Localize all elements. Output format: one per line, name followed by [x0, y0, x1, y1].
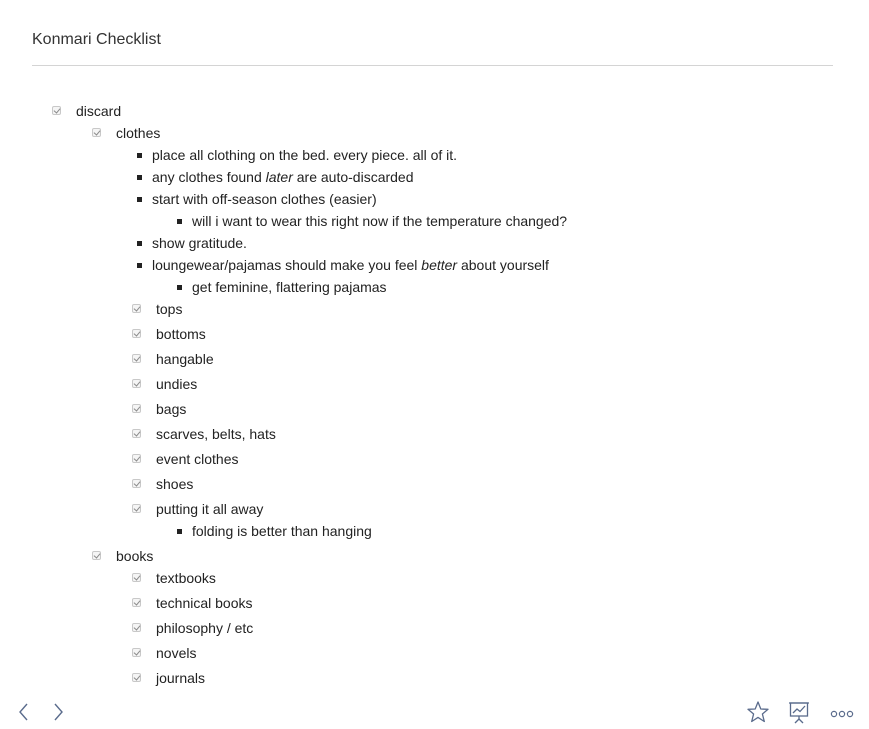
checkbox-clothes[interactable]: [92, 128, 101, 137]
item-label-undies: undies: [156, 376, 198, 392]
checkbox-novels[interactable]: [132, 648, 141, 657]
bullet-marker: [137, 263, 142, 268]
bullet-marker: [177, 219, 182, 224]
checkbox-books[interactable]: [92, 551, 101, 560]
item-label-bags: bags: [156, 401, 187, 417]
item-label-books: books: [116, 548, 154, 564]
bullet-text: place all clothing on the bed. every pie…: [152, 147, 458, 163]
bottom-toolbar: [0, 696, 869, 728]
bullet-text: show gratitude.: [152, 235, 247, 251]
bullet-marker: [137, 197, 142, 202]
checkbox-technical-books[interactable]: [132, 598, 141, 607]
title-divider: [32, 65, 833, 66]
item-label-putting-away: putting it all away: [156, 501, 264, 517]
item-label-hangable: hangable: [156, 351, 214, 367]
bullet-marker: [177, 529, 182, 534]
checkbox-bottoms[interactable]: [132, 329, 141, 338]
bullet-text: folding is better than hanging: [192, 523, 372, 539]
item-label-technical-books: technical books: [156, 595, 253, 611]
more-dots-icon[interactable]: [830, 700, 854, 724]
star-icon[interactable]: [746, 700, 770, 724]
checkbox-bags[interactable]: [132, 404, 141, 413]
item-label-tops: tops: [156, 301, 183, 317]
checkbox-undies[interactable]: [132, 379, 141, 388]
bullet-text: loungewear/pajamas should make you feel …: [152, 257, 549, 273]
bullet-text: start with off-season clothes (easier): [152, 191, 377, 207]
checkbox-event-clothes[interactable]: [132, 454, 141, 463]
checkbox-journals[interactable]: [132, 673, 141, 682]
item-label-philosophy: philosophy / etc: [156, 620, 254, 636]
item-label-scarves: scarves, belts, hats: [156, 426, 276, 442]
bullet-marker: [177, 285, 182, 290]
page-title: Konmari Checklist: [32, 31, 161, 48]
bullet-text: any clothes found later are auto-discard…: [152, 169, 414, 185]
item-label-textbooks: textbooks: [156, 570, 216, 586]
checkbox-hangable[interactable]: [132, 354, 141, 363]
item-label-clothes: clothes: [116, 125, 161, 141]
bullet-marker: [137, 153, 142, 158]
bullet-text: will i want to wear this right now if th…: [192, 213, 568, 229]
bullet-text: get feminine, flattering pajamas: [192, 279, 387, 295]
chevron-right-icon[interactable]: [48, 702, 68, 722]
item-label-discard: discard: [76, 103, 122, 119]
checkbox-tops[interactable]: [132, 304, 141, 313]
item-label-novels: novels: [156, 645, 197, 661]
checkbox-scarves[interactable]: [132, 429, 141, 438]
checkbox-discard[interactable]: [52, 106, 61, 115]
checkbox-shoes[interactable]: [132, 479, 141, 488]
bullet-marker: [137, 241, 142, 246]
item-label-shoes: shoes: [156, 476, 194, 492]
checkbox-textbooks[interactable]: [132, 573, 141, 582]
checkbox-putting-away[interactable]: [132, 504, 141, 513]
item-label-event-clothes: event clothes: [156, 451, 239, 467]
checkbox-philosophy[interactable]: [132, 623, 141, 632]
bullet-marker: [137, 175, 142, 180]
item-label-journals: journals: [156, 670, 206, 686]
item-label-bottoms: bottoms: [156, 326, 206, 342]
presentation-chart-icon[interactable]: [787, 700, 811, 724]
chevron-left-icon[interactable]: [14, 702, 34, 722]
